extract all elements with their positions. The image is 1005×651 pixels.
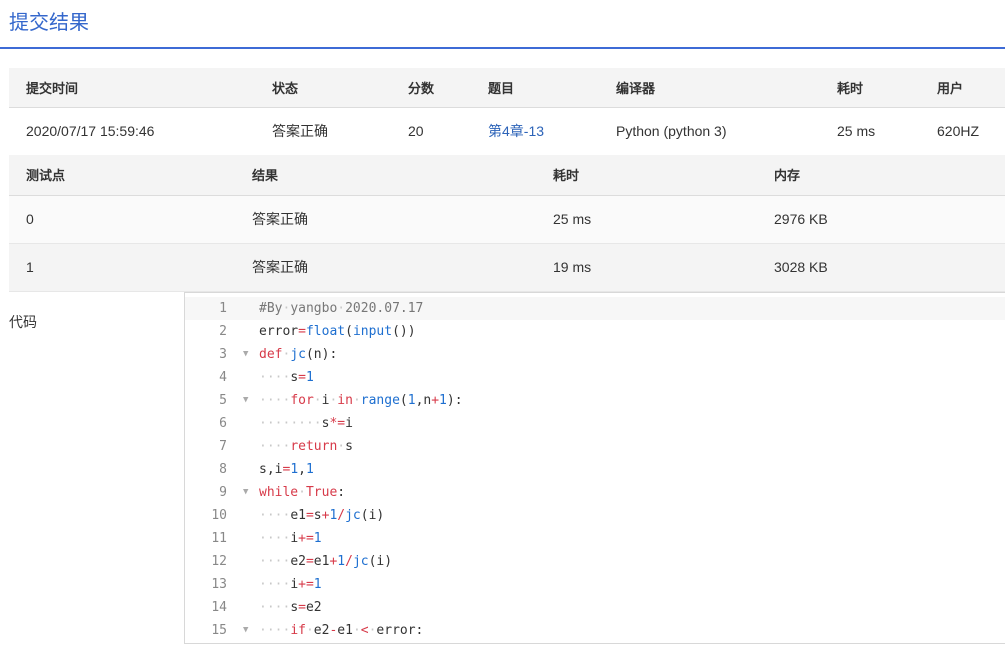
tests-header-row: 测试点 结果 耗时 内存	[9, 155, 1005, 196]
col-header-score: 分数	[391, 68, 471, 108]
line-number: 11	[211, 531, 227, 546]
fold-arrow-icon[interactable]: ▼	[243, 481, 248, 504]
code-editor[interactable]: 1 #By·yangbo·2020.07.17 2 error=float(input…	[184, 292, 1005, 644]
table-row: 1 答案正确 19 ms 3028 KB	[9, 243, 1005, 292]
code-text: ········s*=i	[259, 416, 353, 431]
code-line: 7 ····return·s	[185, 435, 1005, 458]
submit-time: 2020/07/17 15:59:46	[9, 107, 255, 156]
submission-status: 答案正确	[255, 107, 391, 156]
code-text: ····for·i·in·range(1,n+1):	[259, 393, 463, 408]
line-number: 9	[219, 485, 227, 500]
line-number: 4	[219, 370, 227, 385]
test-cases-table: 测试点 结果 耗时 内存 0 答案正确 25 ms 2976 KB 1 答案正确…	[9, 155, 1005, 292]
code-label: 代码	[9, 314, 37, 330]
code-line: 6 ········s*=i	[185, 412, 1005, 435]
page-header: 提交结果	[0, 0, 1005, 49]
col-header-result: 结果	[235, 155, 536, 196]
line-number: 5	[219, 393, 227, 408]
submission-score: 20	[391, 107, 471, 156]
fold-arrow-icon[interactable]: ▼	[243, 343, 248, 366]
test-result: 答案正确	[235, 195, 536, 244]
code-text: ····return·s	[259, 439, 353, 454]
problem-link[interactable]: 第4章-13	[488, 123, 544, 139]
code-line: 1 #By·yangbo·2020.07.17	[185, 297, 1005, 320]
code-text: ····e2=e1+1/jc(i)	[259, 554, 393, 569]
test-id: 0	[9, 195, 235, 244]
submission-compiler: Python (python 3)	[599, 107, 820, 156]
code-text: ····e1=s+1/jc(i)	[259, 508, 385, 523]
code-line: 4 ····s=1	[185, 366, 1005, 389]
col-header-submit-time: 提交时间	[9, 68, 255, 108]
test-memory: 3028 KB	[757, 243, 1005, 292]
code-line: 8 s,i=1,1	[185, 458, 1005, 481]
table-row: 0 答案正确 25 ms 2976 KB	[9, 195, 1005, 244]
line-number: 12	[211, 554, 227, 569]
code-line: 2 error=float(input())	[185, 320, 1005, 343]
submission-header-row: 提交时间 状态 分数 题目 编译器 耗时 用户	[9, 68, 1005, 108]
code-line: 13 ····i+=1	[185, 573, 1005, 596]
test-memory: 2976 KB	[757, 195, 1005, 244]
col-header-problem: 题目	[471, 68, 599, 108]
code-line: 14 ····s=e2	[185, 596, 1005, 619]
submission-row: 2020/07/17 15:59:46 答案正确 20 第4章-13 Pytho…	[9, 107, 1005, 156]
code-line: 5 ▼ ····for·i·in·range(1,n+1):	[185, 389, 1005, 412]
code-text: def·jc(n):	[259, 347, 338, 362]
test-duration: 19 ms	[536, 243, 757, 292]
code-text: ····s=1	[259, 370, 314, 385]
code-line: 15 ▼ ····if·e2-e1·<·error:	[185, 619, 1005, 642]
col-header-duration: 耗时	[820, 68, 920, 108]
code-text: ····i+=1	[259, 531, 322, 546]
code-text: #By·yangbo·2020.07.17	[259, 301, 424, 316]
line-number: 8	[219, 462, 227, 477]
code-text: ····i+=1	[259, 577, 322, 592]
submission-table: 提交时间 状态 分数 题目 编译器 耗时 用户 2020/07/17 15:59…	[9, 68, 1005, 156]
code-text: while·True:	[259, 485, 346, 500]
line-number: 2	[219, 324, 227, 339]
col-header-test-duration: 耗时	[536, 155, 757, 196]
code-text: error=float(input())	[259, 324, 416, 339]
col-header-memory: 内存	[757, 155, 1005, 196]
line-number: 15	[211, 623, 227, 638]
code-line: 11 ····i+=1	[185, 527, 1005, 550]
fold-arrow-icon[interactable]: ▼	[243, 619, 248, 642]
code-line: 10 ····e1=s+1/jc(i)	[185, 504, 1005, 527]
line-number: 10	[211, 508, 227, 523]
code-text: ····s=e2	[259, 600, 322, 615]
fold-arrow-icon[interactable]: ▼	[243, 389, 248, 412]
submission-duration: 25 ms	[820, 107, 920, 156]
submission-user: 620HZ	[920, 107, 1005, 156]
line-number: 13	[211, 577, 227, 592]
test-result: 答案正确	[235, 243, 536, 292]
code-text: ····if·e2-e1·<·error:	[259, 623, 424, 638]
line-number: 1	[219, 301, 227, 316]
line-number: 3	[219, 347, 227, 362]
line-number: 14	[211, 600, 227, 615]
col-header-status: 状态	[255, 68, 391, 108]
problem-cell: 第4章-13	[471, 107, 599, 156]
col-header-test-point: 测试点	[9, 155, 235, 196]
code-text: s,i=1,1	[259, 462, 314, 477]
line-number: 7	[219, 439, 227, 454]
col-header-user: 用户	[920, 68, 1005, 108]
code-line: 3 ▼ def·jc(n):	[185, 343, 1005, 366]
line-number: 6	[219, 416, 227, 431]
code-line: 9 ▼ while·True:	[185, 481, 1005, 504]
code-line: 12 ····e2=e1+1/jc(i)	[185, 550, 1005, 573]
col-header-compiler: 编译器	[599, 68, 820, 108]
test-id: 1	[9, 243, 235, 292]
page-title: 提交结果	[9, 10, 89, 34]
test-duration: 25 ms	[536, 195, 757, 244]
